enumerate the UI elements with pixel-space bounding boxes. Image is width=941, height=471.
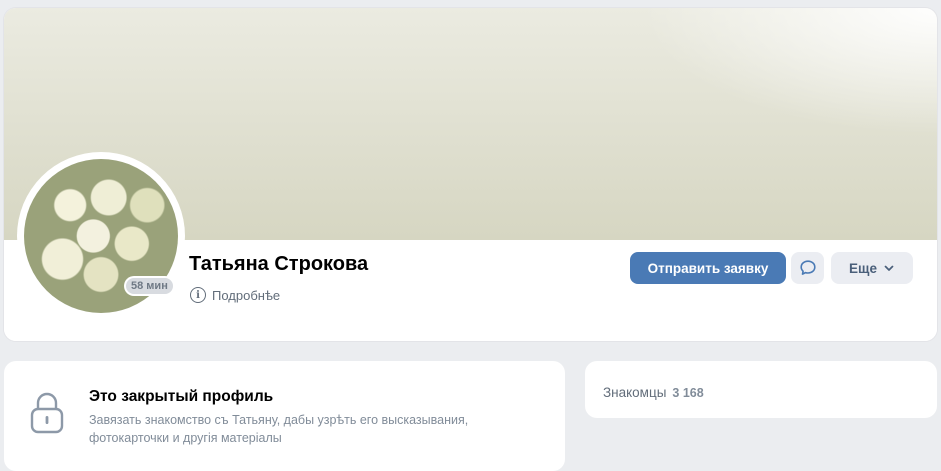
profile-name: Татьяна Строкова: [189, 253, 369, 275]
details-label[interactable]: Подробнѣе: [212, 288, 280, 303]
online-status-text: 58 мин: [126, 278, 173, 294]
more-label: Еще: [849, 260, 877, 276]
lock-icon: [30, 392, 64, 434]
chevron-down-icon: [884, 265, 894, 271]
online-status-badge: 58 мин: [124, 276, 175, 296]
friends-card: Знакомцы 3 168: [585, 361, 937, 418]
friends-link[interactable]: Знакомцы 3 168: [603, 385, 704, 400]
closed-profile-description: Завязать знакомство съ Татьяну, дабы узр…: [89, 413, 469, 445]
closed-profile-card: Это закрытый профиль Завязать знакомство…: [4, 361, 565, 471]
friends-label[interactable]: Знакомцы: [603, 385, 666, 400]
message-icon: [799, 260, 816, 275]
details-link[interactable]: i Подробнѣе: [190, 287, 280, 303]
message-button[interactable]: [791, 252, 824, 284]
friends-count: 3 168: [672, 386, 704, 400]
closed-profile-title: Это закрытый профиль: [89, 388, 274, 405]
send-request-button[interactable]: Отправить заявку: [630, 252, 786, 284]
more-button[interactable]: Еще: [831, 252, 913, 284]
info-icon: i: [190, 287, 206, 303]
